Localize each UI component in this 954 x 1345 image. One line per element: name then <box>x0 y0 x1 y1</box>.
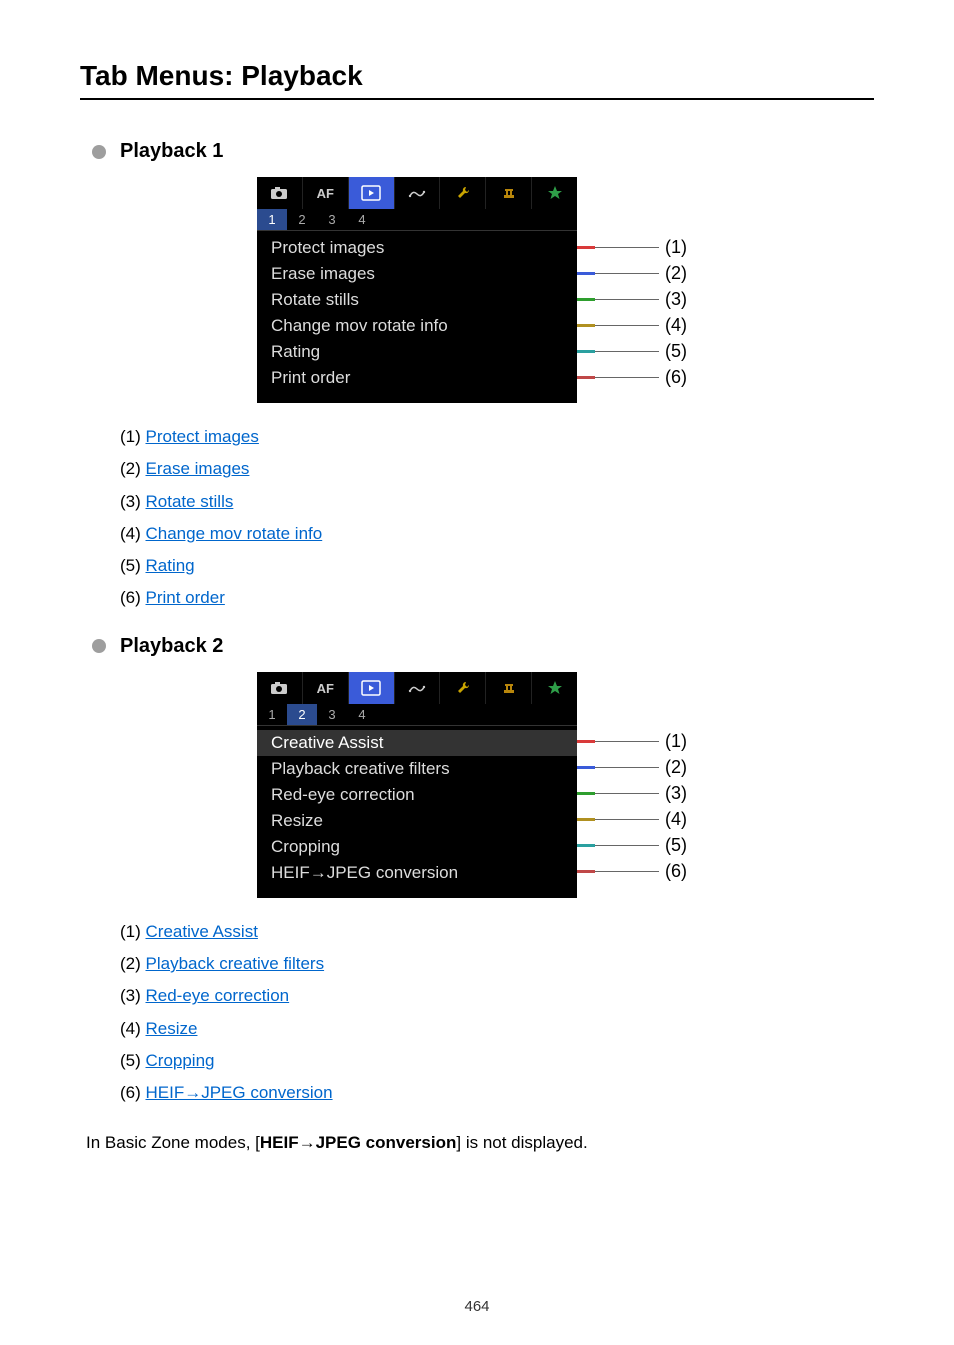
section-heading: Playback 1 <box>92 140 874 163</box>
reference-list-item: (2) Erase images <box>120 453 874 485</box>
menu-item: Red-eye correction <box>257 782 577 808</box>
star-icon <box>532 177 577 209</box>
reference-link[interactable]: Erase images <box>146 459 250 478</box>
reference-link[interactable]: Protect images <box>146 427 259 446</box>
reference-list-item: (5) Cropping <box>120 1045 874 1077</box>
sub-tab-1: 1 <box>257 209 287 230</box>
menu-item: Cropping <box>257 834 577 860</box>
wireless-icon <box>395 177 441 209</box>
callout-number: (6) <box>665 861 695 882</box>
play-icon <box>349 177 395 209</box>
menu-screenshot: AF 1234 Creative AssistPlayback creative f… <box>257 672 577 898</box>
section-heading: Playback 2 <box>92 635 874 658</box>
reference-list-item: (6) Print order <box>120 582 874 614</box>
reference-link[interactable]: Rating <box>146 556 195 575</box>
play-icon <box>349 672 395 704</box>
callout-number: (5) <box>665 835 695 856</box>
reference-link[interactable]: Rotate stills <box>146 492 234 511</box>
menu-item: Change mov rotate info <box>257 313 577 339</box>
custom-icon <box>486 672 532 704</box>
basic-zone-note: In Basic Zone modes, [HEIF→JPEG conversi… <box>86 1130 874 1156</box>
reference-list-item: (5) Rating <box>120 550 874 582</box>
sub-tab-3: 3 <box>317 704 347 725</box>
reference-list-item: (3) Red-eye correction <box>120 980 874 1012</box>
reference-link[interactable]: Red-eye correction <box>146 986 290 1005</box>
wrench-icon <box>440 177 486 209</box>
page-number: 464 <box>0 1298 954 1315</box>
menu-item: Erase images <box>257 261 577 287</box>
reference-list-item: (4) Change mov rotate info <box>120 518 874 550</box>
sub-tab-2: 2 <box>287 209 317 230</box>
callout-number: (3) <box>665 289 695 310</box>
callout-number: (2) <box>665 757 695 778</box>
reference-link[interactable]: HEIF→JPEG conversion <box>146 1083 333 1102</box>
reference-link[interactable]: Creative Assist <box>146 922 258 941</box>
reference-list-item: (2) Playback creative filters <box>120 948 874 980</box>
sub-tab-4: 4 <box>347 209 377 230</box>
callout-number: (1) <box>665 731 695 752</box>
af-icon: AF <box>303 672 349 704</box>
menu-item: Resize <box>257 808 577 834</box>
callout-number: (4) <box>665 315 695 336</box>
callout-number: (6) <box>665 367 695 388</box>
callout-number: (2) <box>665 263 695 284</box>
menu-screenshot: AF 1234 Protect imagesErase imagesRotate s… <box>257 177 577 403</box>
menu-item: Playback creative filters <box>257 756 577 782</box>
callout-number: (3) <box>665 783 695 804</box>
sub-tab-1: 1 <box>257 704 287 725</box>
wireless-icon <box>395 672 441 704</box>
menu-item: Rating <box>257 339 577 365</box>
callout-number: (5) <box>665 341 695 362</box>
menu-item: HEIF→JPEG conversion <box>257 860 577 886</box>
bullet-icon <box>92 145 106 159</box>
reference-link[interactable]: Change mov rotate info <box>146 524 323 543</box>
menu-item: Print order <box>257 365 577 391</box>
af-icon: AF <box>303 177 349 209</box>
star-icon <box>532 672 577 704</box>
reference-list-item: (1) Protect images <box>120 421 874 453</box>
menu-item: Creative Assist <box>257 730 577 756</box>
sub-tab-4: 4 <box>347 704 377 725</box>
sub-tab-2: 2 <box>287 704 317 725</box>
reference-link[interactable]: Cropping <box>146 1051 215 1070</box>
reference-list-item: (6) HEIF→JPEG conversion <box>120 1077 874 1109</box>
reference-link[interactable]: Print order <box>146 588 225 607</box>
bullet-icon <box>92 639 106 653</box>
callout-number: (4) <box>665 809 695 830</box>
reference-list-item: (1) Creative Assist <box>120 916 874 948</box>
camera-icon <box>257 672 303 704</box>
reference-link[interactable]: Resize <box>146 1019 198 1038</box>
callout-number: (1) <box>665 237 695 258</box>
section-title: Playback 1 <box>120 140 223 163</box>
menu-item: Rotate stills <box>257 287 577 313</box>
reference-list-item: (3) Rotate stills <box>120 486 874 518</box>
menu-item: Protect images <box>257 235 577 261</box>
sub-tab-3: 3 <box>317 209 347 230</box>
reference-list-item: (4) Resize <box>120 1013 874 1045</box>
wrench-icon <box>440 672 486 704</box>
page-title: Tab Menus: Playback <box>80 60 874 100</box>
custom-icon <box>486 177 532 209</box>
section-title: Playback 2 <box>120 635 223 658</box>
reference-link[interactable]: Playback creative filters <box>146 954 325 973</box>
camera-icon <box>257 177 303 209</box>
